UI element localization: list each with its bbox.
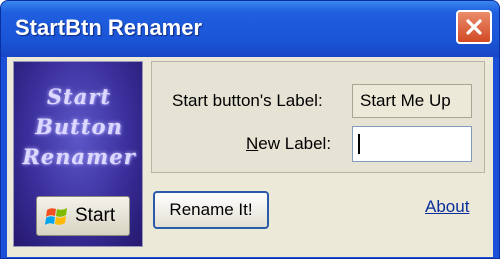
new-label-accelerator: N [246, 134, 259, 153]
window-title: StartBtn Renamer [15, 15, 203, 40]
label-form-panel: Start button's Label: Start Me Up New La… [151, 61, 485, 173]
client-area: Start Button Renamer Start Start button'… [7, 57, 493, 257]
app-window: StartBtn Renamer Start Button Renamer St… [0, 0, 500, 259]
logo-panel: Start Button Renamer Start [13, 61, 143, 247]
current-label-value: Start Me Up [352, 84, 472, 118]
current-label-caption: Start button's Label: [172, 91, 323, 110]
start-button-preview: Start [36, 196, 130, 236]
title-bar[interactable]: StartBtn Renamer [1, 1, 499, 57]
new-label-input[interactable] [352, 126, 472, 162]
close-button[interactable] [456, 10, 492, 44]
new-label-caption: New Label: [246, 134, 331, 154]
logo-text-line-3: Renamer [22, 144, 136, 169]
logo-text-line-2: Button [35, 114, 123, 139]
text-caret [358, 134, 360, 154]
new-label-caption-text: ew Label: [258, 134, 332, 153]
start-button-label: Start [75, 205, 116, 226]
close-icon [466, 19, 482, 35]
windows-flag-icon [45, 208, 67, 225]
about-link[interactable]: About [425, 197, 469, 217]
logo-text-line-1: Start [46, 84, 112, 109]
rename-button[interactable]: Rename It! [153, 191, 269, 229]
